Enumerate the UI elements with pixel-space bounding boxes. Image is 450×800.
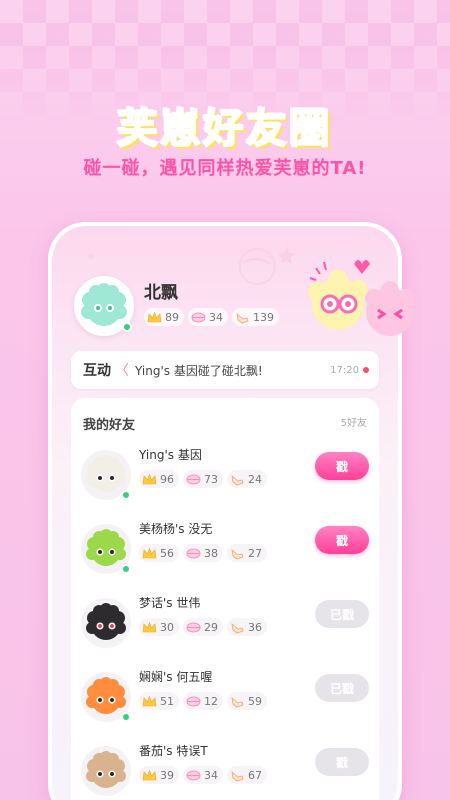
friend-avatar[interactable]: [81, 598, 131, 648]
poke-button[interactable]: 戳: [315, 452, 369, 480]
friend-stats: 56 38 27: [139, 544, 267, 562]
friend-stats: 30 29 36: [139, 618, 267, 636]
lips-icon: [186, 474, 201, 484]
friend-name: Ying's 基因: [139, 448, 202, 462]
friend-stats: 51 12 59: [139, 692, 267, 710]
friend-stats: 96 73 24: [139, 470, 267, 488]
friend-name: 娴娴's 何五喔: [139, 670, 213, 684]
poke-button[interactable]: 戳: [315, 748, 369, 776]
mascot-image: [308, 260, 415, 336]
stat-poke: 36: [227, 618, 267, 636]
friend-stats: 39 34 67: [139, 766, 267, 784]
online-indicator: [122, 322, 132, 332]
online-indicator: [121, 712, 131, 722]
friends-count: 5好友: [340, 418, 367, 429]
poke-button[interactable]: 已戳: [315, 600, 369, 628]
stat-lips: 38: [183, 544, 223, 562]
poke-hand-icon: [231, 622, 244, 633]
crown-icon: [142, 547, 157, 558]
stat-crown: 56: [139, 544, 179, 562]
interaction-time: 17:20: [330, 364, 359, 376]
poke-hand-icon: [231, 696, 244, 707]
stat-poke: 59: [227, 692, 267, 710]
friend-row[interactable]: Ying's 基因 96 73 24 戳: [81, 446, 377, 516]
online-indicator: [121, 490, 131, 500]
interaction-message: Ying's 基因碰了碰北飘!: [135, 363, 263, 378]
friend-avatar[interactable]: [81, 746, 131, 796]
crown-icon: [142, 473, 157, 484]
stat-crown: 51: [139, 692, 179, 710]
friend-row[interactable]: 美杨杨's 没无 56 38 27 戳: [81, 520, 377, 590]
poke-hand-icon: [231, 548, 244, 559]
interaction-separator: 〈: [115, 363, 129, 379]
poke-hand-icon: [231, 770, 244, 781]
poke-button[interactable]: 戳: [315, 526, 369, 554]
friends-panel: 我的好友 5好友 Ying's 基因 96 73 24 戳美杨杨's 没无 56 38 27 戳…: [71, 398, 379, 800]
friend-row[interactable]: 梦话's 世伟 30 29 36 已戳: [81, 594, 377, 664]
page-title: 芙崽好友圈: [117, 105, 333, 153]
interaction-label: 互动: [83, 363, 111, 379]
crown-icon: [142, 621, 157, 632]
stat-poke: 139: [232, 308, 279, 326]
lips-icon: [186, 770, 201, 780]
lips-icon: [186, 548, 201, 558]
friend-row[interactable]: 娴娴's 何五喔 51 12 59 已戳: [81, 668, 377, 738]
stat-poke: 67: [227, 766, 267, 784]
crown-icon: [147, 311, 162, 322]
stat-lips: 12: [183, 692, 223, 710]
online-indicator: [121, 564, 131, 574]
stat-lips: 29: [183, 618, 223, 636]
mascot-avatar-icon: [86, 603, 126, 640]
unread-dot: [363, 367, 369, 373]
stat-crown: 89: [144, 308, 184, 326]
poke-hand-icon: [231, 474, 244, 485]
poke-button[interactable]: 已戳: [315, 674, 369, 702]
crown-icon: [142, 695, 157, 706]
stat-crown: 39: [139, 766, 179, 784]
stat-crown: 30: [139, 618, 179, 636]
friend-name: 美杨杨's 没无: [139, 522, 213, 536]
lips-icon: [186, 696, 201, 706]
stat-crown: 96: [139, 470, 179, 488]
friend-row[interactable]: 番茄's 特误T 39 34 67 戳: [81, 742, 377, 800]
poke-hand-icon: [236, 312, 249, 323]
lips-icon: [186, 622, 201, 632]
stat-poke: 27: [227, 544, 267, 562]
friend-name: 番茄's 特误T: [139, 744, 208, 758]
friend-name: 梦话's 世伟: [139, 596, 201, 610]
profile-name: 北飘: [144, 283, 178, 303]
page-subtitle: 碰一碰，遇见同样热爱芙崽的TA!: [83, 158, 367, 179]
stat-poke: 24: [227, 470, 267, 488]
stat-lips: 34: [188, 308, 228, 326]
interaction-bar[interactable]: 互动 〈 Ying's 基因碰了碰北飘! 17:20: [71, 351, 379, 389]
crown-icon: [142, 769, 157, 780]
profile-stats: 89 34 139: [144, 308, 279, 326]
mascot-avatar-icon: [86, 751, 126, 788]
lips-icon: [191, 312, 206, 322]
stat-lips: 73: [183, 470, 223, 488]
friends-header: 我的好友: [83, 418, 136, 433]
stat-lips: 34: [183, 766, 223, 784]
